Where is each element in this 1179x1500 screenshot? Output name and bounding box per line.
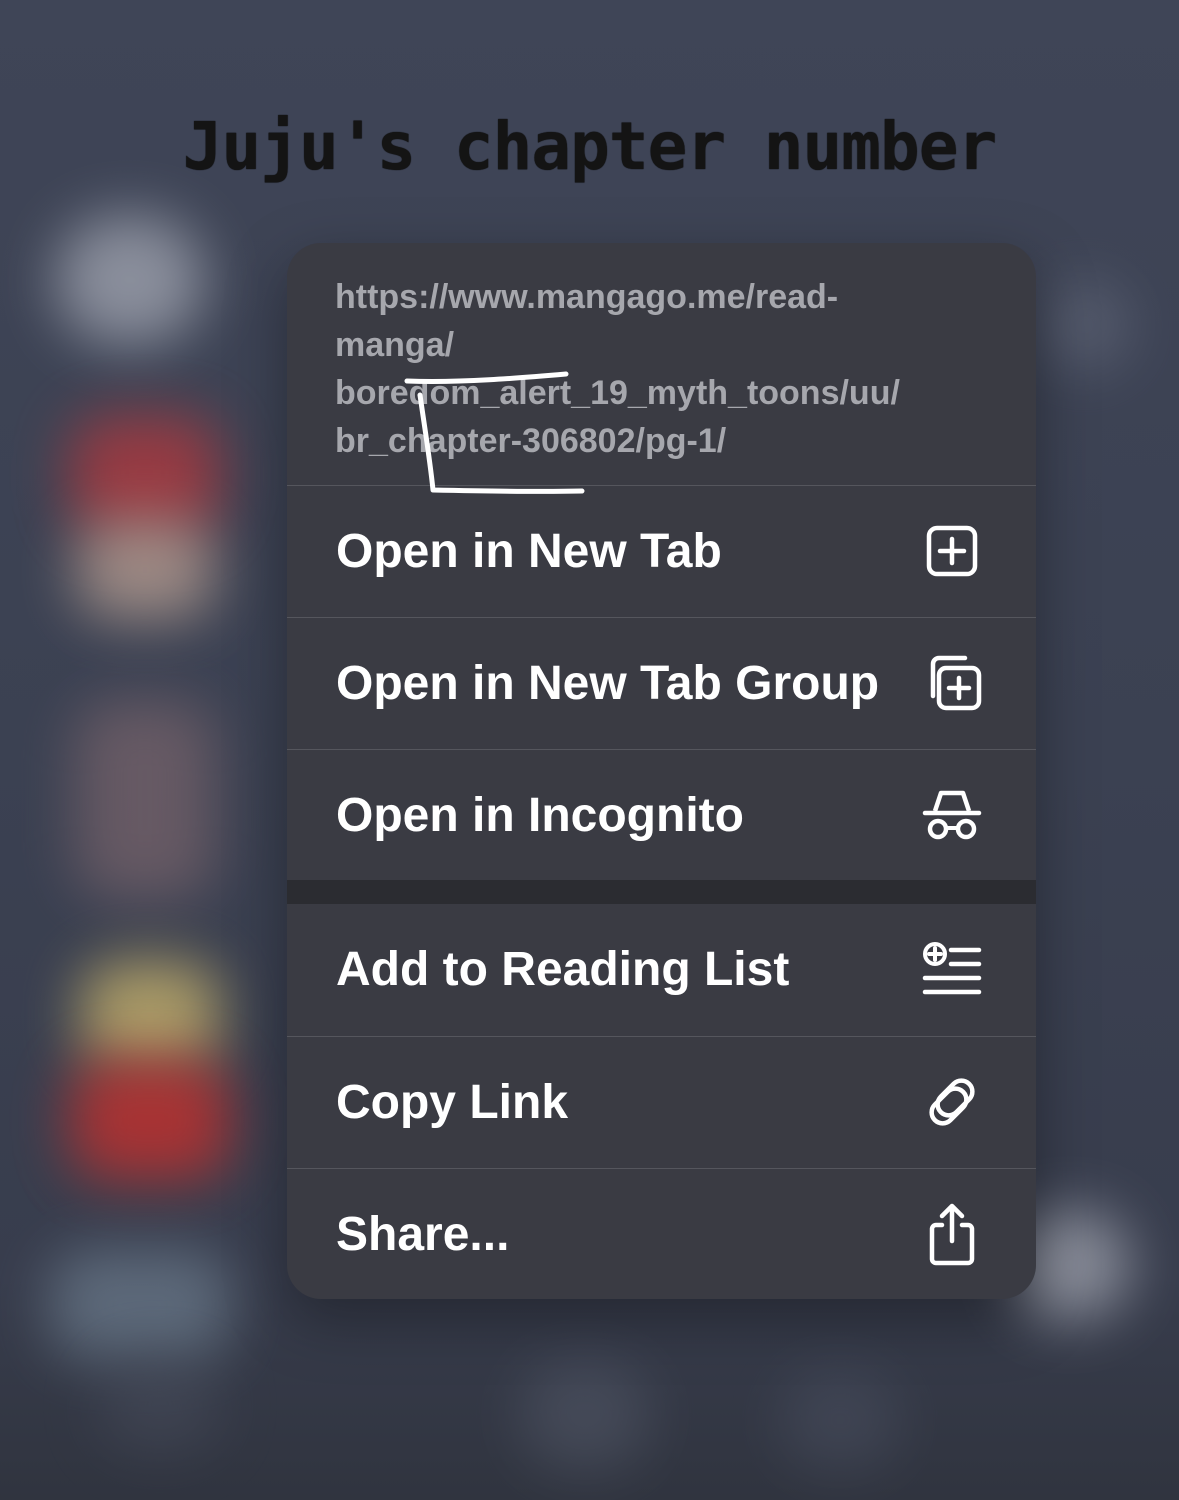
incognito-icon [920, 783, 984, 847]
link-context-menu: https://www.mangago.me/read- manga/ bore… [287, 243, 1036, 1299]
blurred-toolbar-button [780, 1370, 900, 1470]
url-line: manga/ [335, 326, 455, 364]
open-in-new-tab-group-item[interactable]: Open in New Tab Group [287, 617, 1036, 748]
plus-square-icon [920, 519, 984, 583]
url-line: boredom_alert_19_myth_toons/uu/ [335, 374, 900, 412]
menu-item-label: Add to Reading List [336, 943, 790, 996]
menu-group-separator [287, 880, 1036, 904]
open-in-incognito-item[interactable]: Open in Incognito [287, 749, 1036, 880]
link-icon [920, 1070, 984, 1134]
menu-item-label: Share... [336, 1207, 510, 1261]
blurred-thumbnail [70, 1060, 230, 1180]
menu-item-label: Copy Link [336, 1075, 569, 1129]
blurred-thumbnail [1040, 280, 1130, 370]
share-icon [920, 1202, 984, 1266]
blurred-thumbnail [70, 415, 220, 535]
copy-link-item[interactable]: Copy Link [287, 1036, 1036, 1167]
blurred-thumbnail [80, 960, 220, 1070]
url-line: https://www.mangago.me/read- [335, 278, 839, 316]
menu-item-label: Open in New Tab [336, 524, 722, 578]
blurred-thumbnail [50, 1250, 230, 1360]
open-in-new-tab-item[interactable]: Open in New Tab [287, 485, 1036, 616]
blurred-thumbnail [55, 215, 205, 345]
plus-square-stack-icon [920, 651, 984, 715]
blurred-thumbnail [75, 520, 215, 620]
blurred-thumbnail [75, 700, 215, 900]
link-url-preview: https://www.mangago.me/read- manga/ bore… [287, 243, 1036, 485]
menu-item-label: Open in Incognito [336, 788, 744, 842]
reading-list-icon [920, 938, 984, 1002]
blurred-toolbar-button [520, 1360, 650, 1470]
url-line: br_chapter-306802/pg-1/ [335, 422, 727, 460]
blurred-toolbar-button [100, 1360, 220, 1450]
menu-item-label: Open in New Tab Group [336, 656, 880, 710]
overlay-caption: Juju's chapter number [182, 108, 997, 185]
add-to-reading-list-item[interactable]: Add to Reading List [287, 904, 1036, 1035]
share-item[interactable]: Share... [287, 1168, 1036, 1299]
